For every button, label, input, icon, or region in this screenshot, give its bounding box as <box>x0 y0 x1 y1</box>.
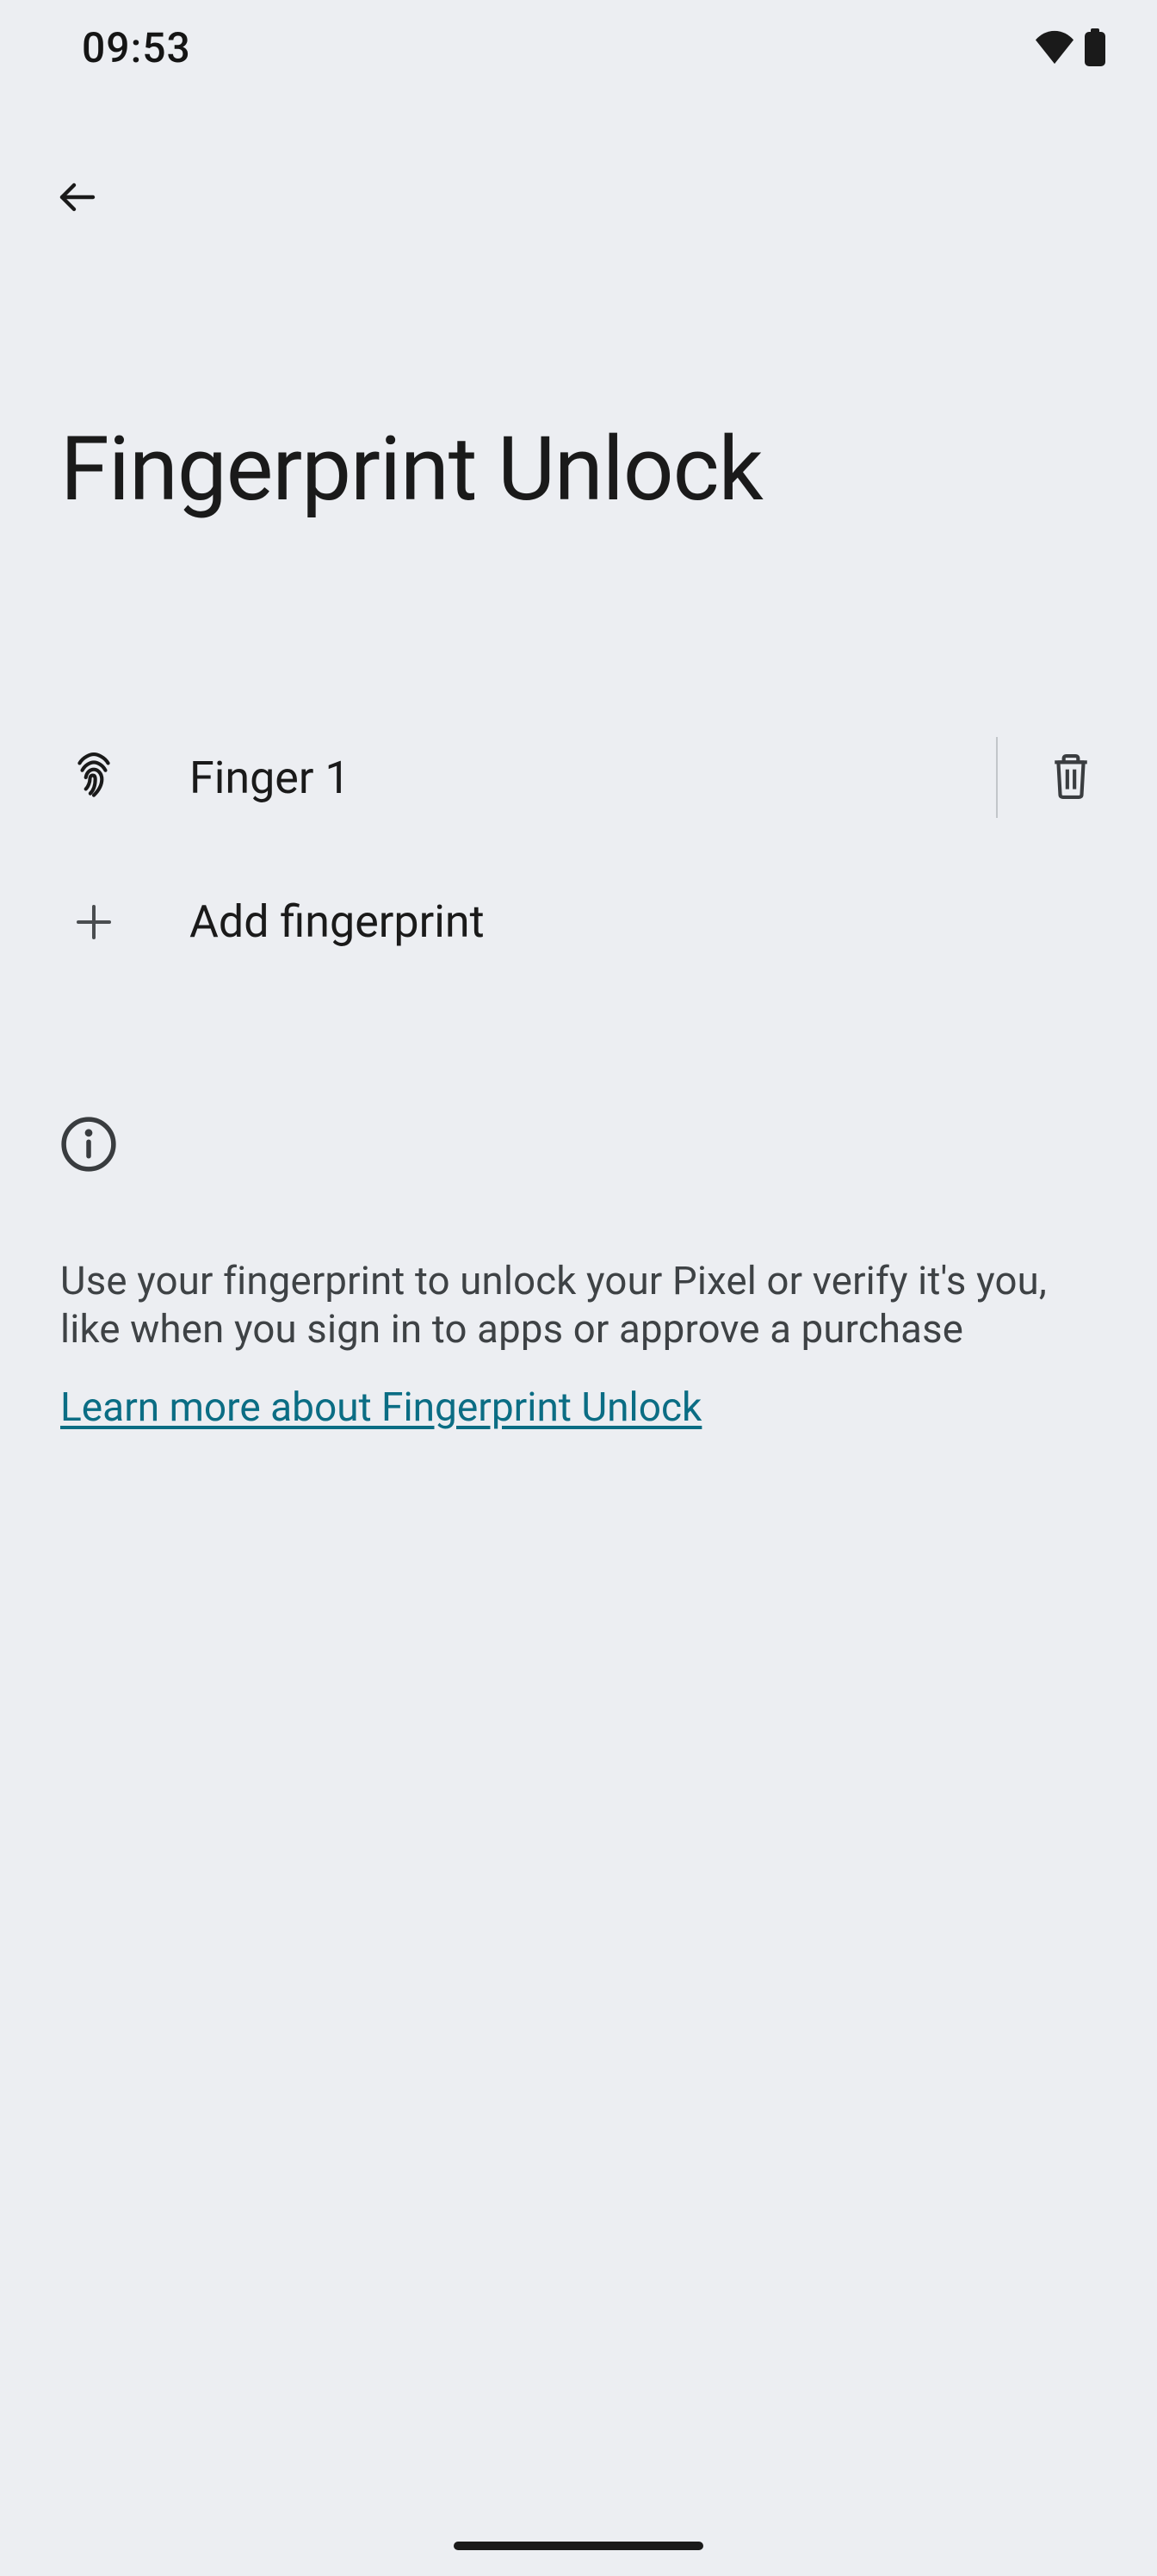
info-text: Use your fingerprint to unlock your Pixe… <box>60 1258 1097 1355</box>
status-bar: 09:53 <box>0 0 1157 95</box>
add-fingerprint-row[interactable]: Add fingerprint <box>0 857 1157 987</box>
status-time: 09:53 <box>82 23 191 72</box>
fingerprint-row[interactable]: Finger 1 <box>0 698 1157 857</box>
back-button[interactable] <box>52 172 103 224</box>
fingerprint-label: Finger 1 <box>127 752 996 804</box>
battery-icon <box>1085 28 1105 66</box>
trash-icon <box>1049 752 1092 803</box>
info-section: Use your fingerprint to unlock your Pixe… <box>0 1116 1157 1431</box>
delete-fingerprint-button[interactable] <box>1032 739 1110 816</box>
app-bar <box>0 95 1157 224</box>
info-icon <box>60 1116 1097 1176</box>
arrow-left-icon <box>57 176 98 220</box>
row-divider <box>996 737 998 818</box>
gesture-nav-bar[interactable] <box>454 2542 703 2550</box>
settings-list: Finger 1 Add fingerprint <box>0 698 1157 987</box>
plus-icon <box>60 901 127 943</box>
page-title: Fingerprint Unlock <box>0 224 1157 522</box>
learn-more-link[interactable]: Learn more about Fingerprint Unlock <box>60 1384 702 1431</box>
wifi-icon <box>1035 30 1074 65</box>
add-fingerprint-label: Add fingerprint <box>127 895 1110 948</box>
status-icons <box>1035 28 1105 66</box>
fingerprint-icon <box>60 752 127 802</box>
